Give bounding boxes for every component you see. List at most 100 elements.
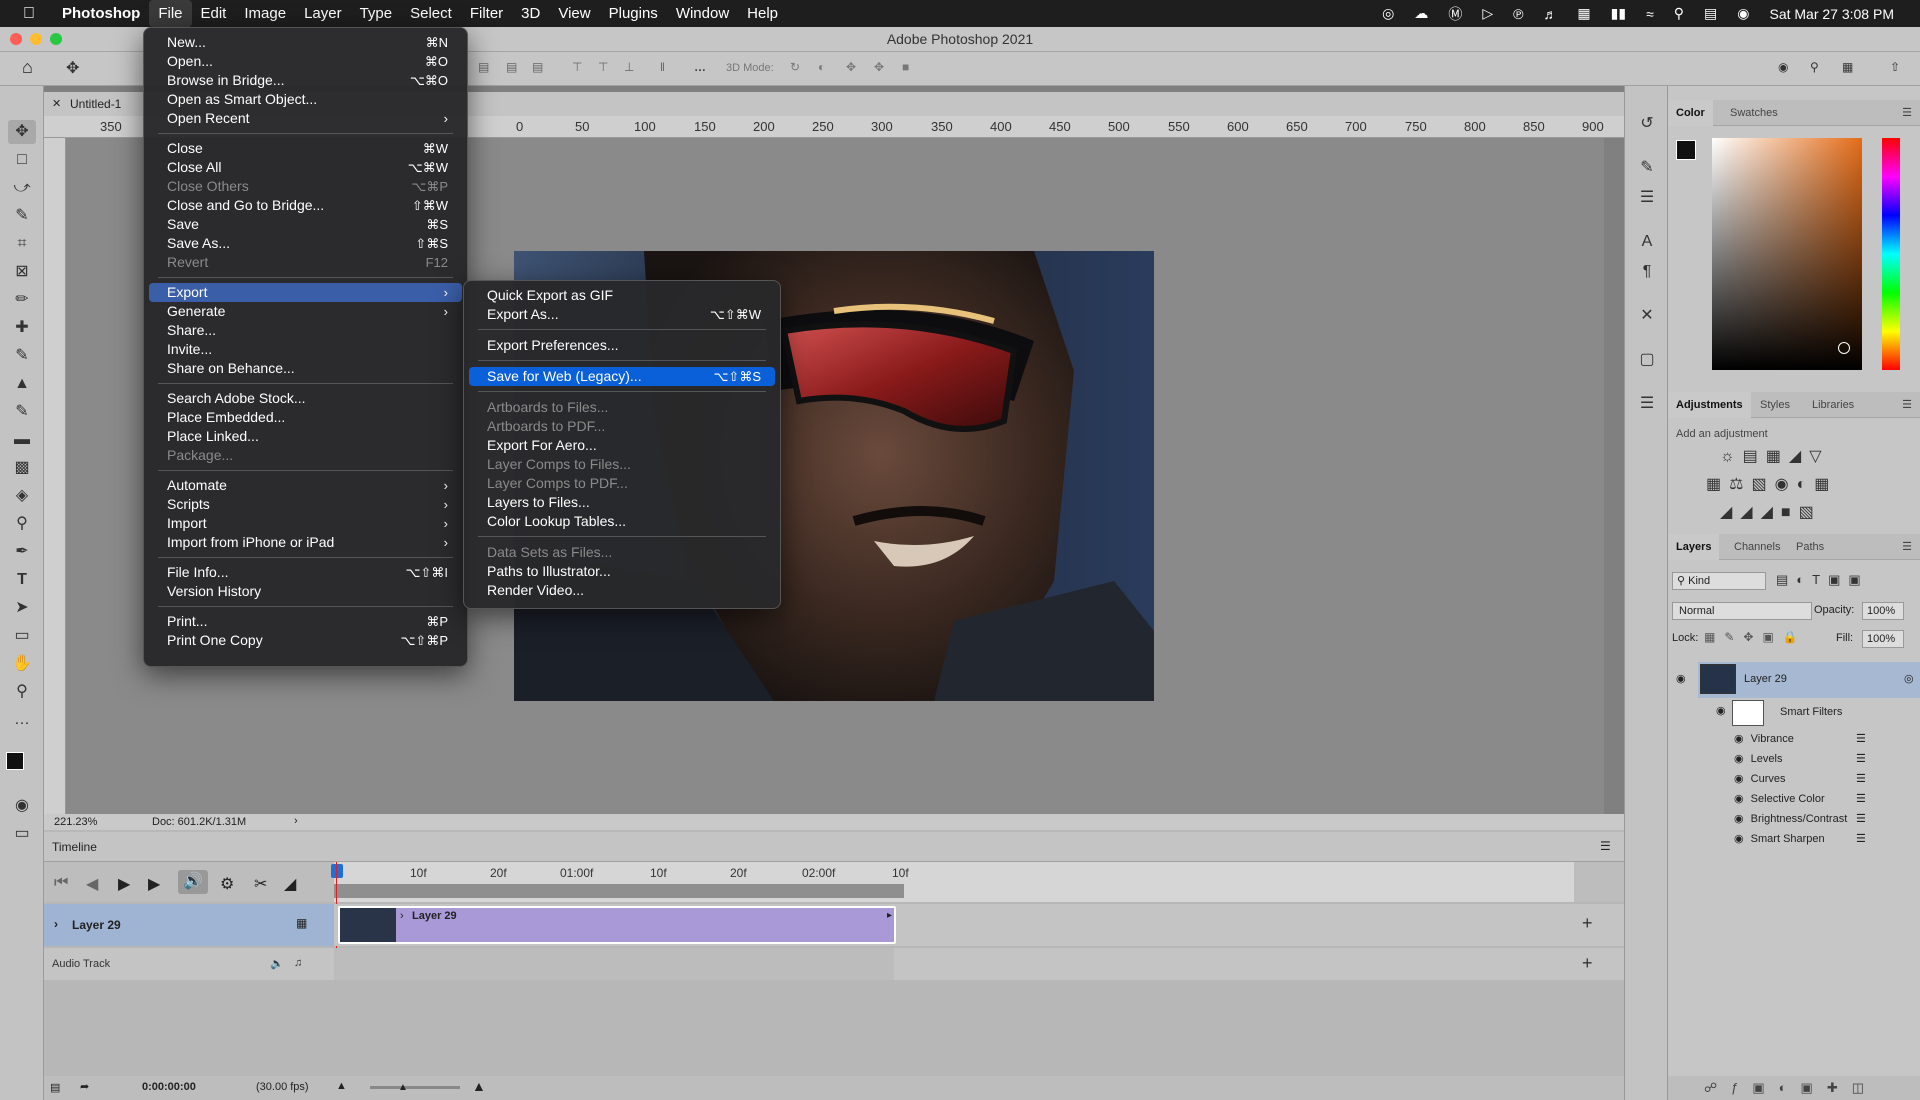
menu-item-close[interactable]: Close ⌘W: [149, 139, 462, 158]
tab-swatches[interactable]: Swatches: [1722, 100, 1786, 126]
video-clip[interactable]: › Layer 29 ▸: [338, 906, 896, 944]
menu-item-browse-bridge[interactable]: Browse in Bridge... ⌥⌘O: [149, 71, 462, 90]
adjustment-icons-row-1[interactable]: ☼▤▦◢▽: [1720, 446, 1830, 466]
menu-item-automate[interactable]: Automate ›: [149, 476, 462, 495]
layer-row-selected[interactable]: Layer 29 ◎: [1698, 662, 1920, 698]
document-tab[interactable]: Untitled-1: [70, 97, 129, 111]
battery-icon[interactable]: ▮▮: [1611, 5, 1626, 22]
tab-adjustments[interactable]: Adjustments: [1668, 392, 1751, 418]
3d-camera-icon[interactable]: ■: [902, 60, 909, 74]
menu-item-save-as[interactable]: Save As... ⇧⌘S: [149, 234, 462, 253]
eyedropper-tool-icon[interactable]: ✏: [8, 288, 36, 312]
menu-view[interactable]: View: [549, 0, 599, 27]
apple-icon[interactable]: : [14, 5, 44, 23]
align-bottom-icon[interactable]: ⊥: [624, 60, 634, 74]
next-frame-icon[interactable]: ▶: [148, 874, 160, 894]
menu-item-close-bridge[interactable]: Close and Go to Bridge... ⇧⌘W: [149, 196, 462, 215]
3d-slide-icon[interactable]: ✥: [874, 60, 884, 74]
3d-roll-icon[interactable]: ◐: [818, 60, 825, 74]
visibility-eye-icon[interactable]: ◉: [1676, 672, 1686, 685]
clip-expand-icon[interactable]: ›: [400, 910, 404, 922]
wifi-icon[interactable]: ≈: [1646, 6, 1654, 22]
adjustment-icons-row-3[interactable]: ◢◢◢■▧: [1720, 502, 1822, 522]
foreground-swatch[interactable]: [1676, 140, 1696, 160]
blend-mode-select[interactable]: Normal: [1672, 602, 1812, 620]
align-icon[interactable]: ▤: [478, 60, 489, 74]
tab-paths[interactable]: Paths: [1788, 534, 1832, 560]
filter-row-brightness-contrast[interactable]: ◉ Brightness/Contrast ☰: [1734, 812, 1914, 825]
menu-item-place-embedded[interactable]: Place Embedded...: [149, 408, 462, 427]
adjustments-menu-icon[interactable]: ☰: [1902, 398, 1912, 411]
workspace-icon[interactable]: ▦: [1842, 60, 1853, 74]
tab-color[interactable]: Color: [1668, 100, 1713, 126]
work-area-bar[interactable]: [334, 884, 904, 898]
learn-icon[interactable]: ◉: [1778, 60, 1788, 74]
frame-tool-icon[interactable]: ⊠: [8, 260, 36, 284]
menu-item-export-preferences[interactable]: Export Preferences...: [469, 336, 775, 355]
adjust-icon[interactable]: ☰: [1635, 392, 1659, 416]
brush-settings-icon[interactable]: ✎: [1635, 156, 1659, 180]
3d-panel-icon[interactable]: ▢: [1635, 348, 1659, 372]
music-note-icon[interactable]: ♫: [294, 957, 302, 969]
history-brush-icon[interactable]: ✎: [8, 400, 36, 424]
expand-track-icon[interactable]: ›: [54, 917, 58, 931]
menu-item-print-one-copy[interactable]: Print One Copy ⌥⇧⌘P: [149, 631, 462, 650]
playhead-icon[interactable]: [331, 864, 343, 878]
menu-item-color-lookup[interactable]: Color Lookup Tables...: [469, 512, 775, 531]
menu-item-invite[interactable]: Invite...: [149, 340, 462, 359]
stamp-tool-icon[interactable]: ▲: [8, 372, 36, 396]
zoom-level[interactable]: 221.23%: [54, 816, 97, 828]
menu-help[interactable]: Help: [738, 0, 787, 27]
menu-item-scripts[interactable]: Scripts ›: [149, 495, 462, 514]
menu-item-place-linked[interactable]: Place Linked...: [149, 427, 462, 446]
menu-item-version-history[interactable]: Version History: [149, 582, 462, 601]
close-tab-icon[interactable]: ✕: [52, 97, 61, 110]
tab-channels[interactable]: Channels: [1726, 534, 1788, 560]
smart-filters-eye-icon[interactable]: ◉: [1716, 704, 1726, 717]
play-icon[interactable]: ▷: [1482, 5, 1493, 22]
menu-item-quick-export-gif[interactable]: Quick Export as GIF: [469, 286, 775, 305]
lock-icons[interactable]: ▦✎✥▣🔒: [1704, 630, 1807, 644]
menu-3d[interactable]: 3D: [512, 0, 549, 27]
filter-eye-icon[interactable]: ◉: [1734, 833, 1744, 845]
menu-plugins[interactable]: Plugins: [600, 0, 667, 27]
menu-item-export[interactable]: Export ›: [149, 283, 462, 302]
filter-eye-icon[interactable]: ◉: [1734, 813, 1744, 825]
menu-select[interactable]: Select: [401, 0, 461, 27]
align-middle-icon[interactable]: ⊤: [598, 60, 608, 74]
layers-footer-icons[interactable]: ☍ƒ▣◐▣✚◫: [1668, 1076, 1920, 1100]
smart-filter-mask[interactable]: [1732, 700, 1764, 726]
menu-item-share-behance[interactable]: Share on Behance...: [149, 359, 462, 378]
menu-item-render-video[interactable]: Render Video...: [469, 581, 775, 600]
menu-item-open[interactable]: Open... ⌘O: [149, 52, 462, 71]
distribute-icon[interactable]: ▤: [532, 60, 543, 74]
bluetooth-icon[interactable]: ℗: [1513, 6, 1523, 22]
paragraph-icon[interactable]: ¶: [1635, 260, 1659, 284]
color-picker-handle[interactable]: [1838, 342, 1850, 354]
shape-tool-icon[interactable]: ▭: [8, 624, 36, 648]
add-media-icon[interactable]: +: [1582, 913, 1593, 934]
filter-options-icon[interactable]: ☰: [1856, 772, 1866, 785]
dodge-tool-icon[interactable]: ⚲: [8, 512, 36, 536]
quick-mask-icon[interactable]: ◉: [8, 794, 36, 818]
first-frame-icon[interactable]: ⏮: [54, 874, 68, 892]
search-panel-icon[interactable]: ⚲: [1810, 60, 1819, 74]
prev-frame-icon[interactable]: ◀: [86, 874, 98, 894]
menu-file[interactable]: File: [149, 0, 192, 27]
color-field[interactable]: [1712, 138, 1862, 370]
crop-tool-icon[interactable]: ⌗: [8, 232, 36, 256]
tools-icon[interactable]: ✕: [1635, 304, 1659, 328]
menu-item-import[interactable]: Import ›: [149, 514, 462, 533]
align-center-icon[interactable]: ▤: [506, 60, 517, 74]
keyboard-icon[interactable]: ▦: [1577, 5, 1590, 22]
menu-item-file-info[interactable]: File Info... ⌥⇧⌘I: [149, 563, 462, 582]
tab-libraries[interactable]: Libraries: [1804, 392, 1862, 418]
marquee-tool-icon[interactable]: □: [8, 148, 36, 172]
layer-filter-icons[interactable]: ▤◐T▣▣: [1776, 572, 1869, 588]
lasso-tool-icon[interactable]: ⤻: [8, 176, 36, 200]
opacity-input[interactable]: 100%: [1862, 602, 1904, 620]
filter-row-selective-color[interactable]: ◉ Selective Color ☰: [1734, 792, 1914, 805]
move-tool-icon[interactable]: ✥: [8, 120, 36, 144]
zoom-out-icon[interactable]: ▲: [336, 1080, 347, 1092]
menu-item-import-iphone[interactable]: Import from iPhone or iPad ›: [149, 533, 462, 552]
